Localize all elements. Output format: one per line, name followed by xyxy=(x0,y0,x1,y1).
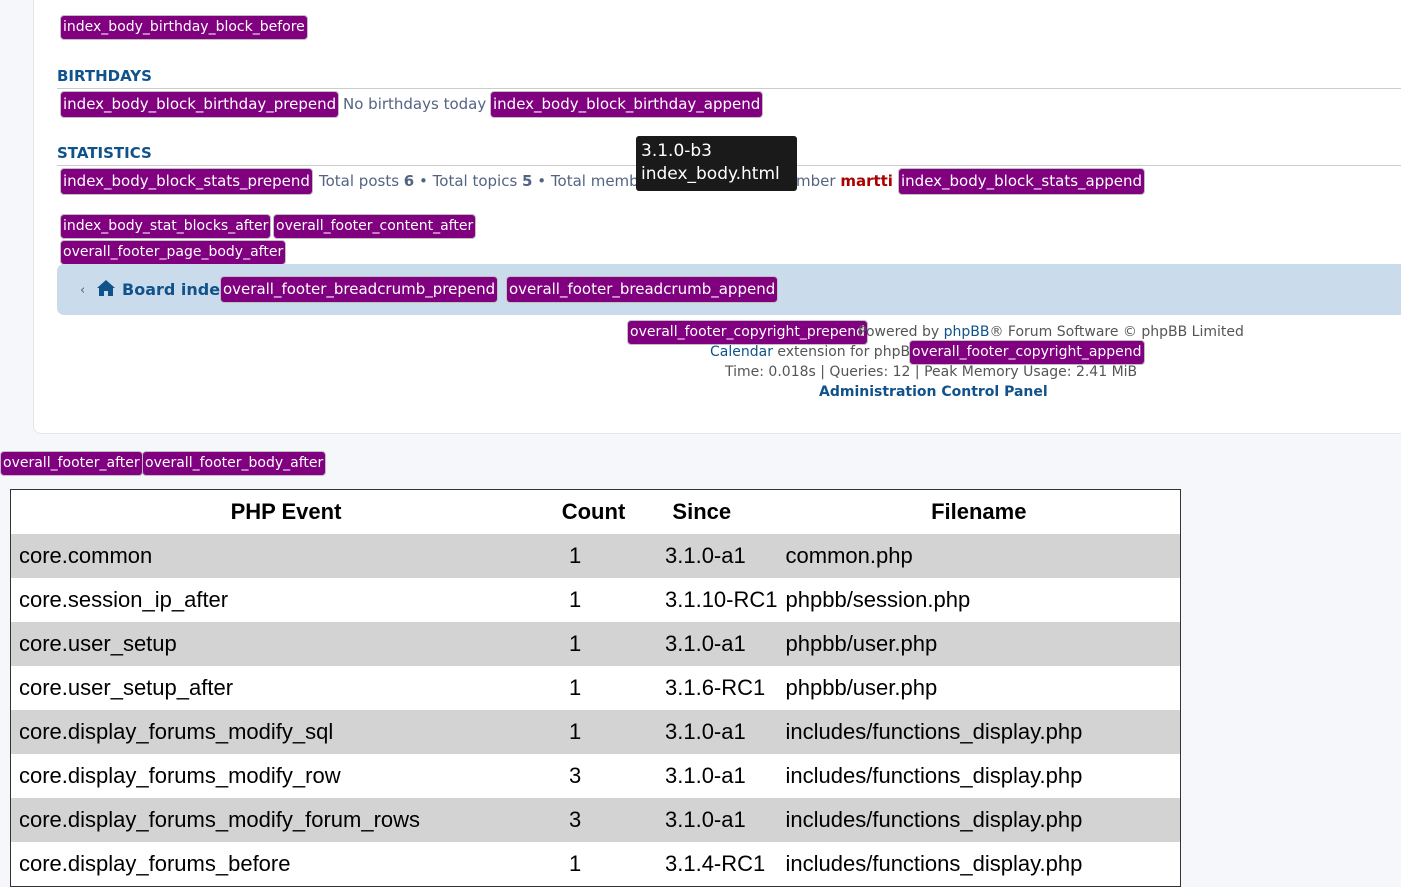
table-cell-file: includes/functions_display.php xyxy=(785,763,1083,788)
total-topics-value: 5 xyxy=(522,172,533,190)
table-cell-file: includes/functions_display.php xyxy=(785,851,1083,876)
table-row: core.common 1 3.1.0-a1 common.php xyxy=(10,534,1181,578)
table-cell-count: 1 xyxy=(569,851,582,876)
table-row: core.user_setup_after 1 3.1.6-RC1 phpbb/use… xyxy=(11,666,1181,710)
total-members-label: Total memb xyxy=(550,172,639,190)
calendar-link[interactable]: Calendar xyxy=(710,344,773,360)
template-event-tag[interactable]: overall_footer_breadcrumb_prepend xyxy=(220,276,499,303)
column-header-since: Since xyxy=(672,499,732,524)
column-header-event: PHP Event xyxy=(230,499,342,524)
table-cell-event: core.display_forums_before xyxy=(19,851,291,876)
table-cell-file: includes/functions_display.php xyxy=(777,710,1181,754)
powered-by-text: Powered by xyxy=(858,324,940,340)
table-cell-since: 3.1.0-a1 xyxy=(626,710,778,754)
table-cell-event: core.common xyxy=(10,534,561,578)
template-event-tag[interactable]: overall_footer_copyright_prepend xyxy=(627,320,869,345)
total-posts-label: Total posts xyxy=(319,172,400,190)
column-header-filename: Filename xyxy=(931,499,1027,524)
table-cell-since: 3.1.6-RC1 xyxy=(665,675,766,700)
calendar-text: extension for phpBB xyxy=(777,344,920,360)
table-row: core.display_forums_modify_forum_rows 3 3.… xyxy=(10,798,1181,842)
acp-link[interactable]: Administration Control Panel xyxy=(819,384,1048,400)
newest-member-label: mber xyxy=(796,172,836,190)
home-icon[interactable] xyxy=(96,279,116,297)
table-row: core.session_ip_after 1 3.1.10-RC1 phpbb/se… xyxy=(11,578,1181,622)
table-cell-event: core.display_forums_modify_sql xyxy=(10,710,561,754)
newest-member-link[interactable]: martti xyxy=(840,172,893,190)
table-cell-count: 1 xyxy=(561,534,626,578)
table-cell-since: 3.1.4-RC1 xyxy=(665,851,766,876)
column-header-count: Count xyxy=(561,499,626,524)
total-posts-value: 6 xyxy=(403,172,415,190)
table-cell-count: 1 xyxy=(569,675,582,700)
table-cell-event: core.user_setup_after xyxy=(19,675,234,700)
separator-bullet: • xyxy=(419,172,428,190)
table-cell-file: phpbb/session.php xyxy=(785,587,971,612)
table-cell-since: 3.1.0-a1 xyxy=(626,534,778,578)
tooltip-filename: index_body.html xyxy=(641,164,780,184)
table-cell-since: 3.1.0-a1 xyxy=(626,622,778,666)
template-event-tag[interactable]: index_body_block_stats_prepend xyxy=(60,168,313,195)
table-cell-event: core.user_setup xyxy=(10,622,561,666)
table-cell-since: 3.1.0-a1 xyxy=(626,798,778,842)
table-cell-count: 1 xyxy=(569,587,582,612)
copyright-line: Powered by phpBB® Forum Software © phpBB… xyxy=(858,324,1244,340)
separator-bullet: • xyxy=(537,172,547,190)
chevron-left-icon: ‹ xyxy=(80,283,86,298)
template-event-tag[interactable]: index_body_birthday_block_before xyxy=(60,15,308,40)
table-cell-file: phpbb/user.php xyxy=(777,622,1181,666)
table-cell-count: 3 xyxy=(569,763,582,788)
birthdays-text: No birthdays today xyxy=(343,95,487,113)
table-cell-event: core.display_forums_modify_forum_rows xyxy=(10,798,561,842)
template-event-tag[interactable]: index_body_stat_blocks_after xyxy=(60,214,272,239)
birthdays-heading: Birthdays xyxy=(57,67,152,85)
php-events-table: PHP Event Count Since Filename core.comm… xyxy=(10,489,1181,887)
statistics-heading: Statistics xyxy=(57,144,152,162)
newest-member-text: mber martti xyxy=(796,172,893,190)
table-row: core.display_forums_modify_sql 1 3.1.0-a1 i… xyxy=(10,710,1181,754)
table-row: core.display_forums_before 1 3.1.4-RC1 incl… xyxy=(11,842,1181,887)
template-tooltip: 3.1.0-b3 index_body.html xyxy=(636,136,797,191)
table-cell-event: core.session_ip_after xyxy=(19,587,229,612)
template-event-tag[interactable]: overall_footer_content_after xyxy=(273,214,477,239)
total-topics-label: Total topics xyxy=(432,172,518,190)
phpbb-link[interactable]: phpBB xyxy=(944,324,990,340)
table-cell-since: 3.1.0-a1 xyxy=(665,763,746,788)
birthdays-divider xyxy=(57,88,1401,89)
table-cell-since: 3.1.10-RC1 xyxy=(665,587,778,612)
template-event-tag[interactable]: index_body_block_stats_append xyxy=(898,168,1146,195)
debug-stats-line: Time: 0.018s | Queries: 12 | Peak Memory… xyxy=(725,364,1138,380)
board-index-link[interactable]: Board index xyxy=(122,280,230,299)
template-event-tag[interactable]: index_body_block_birthday_prepend xyxy=(60,91,340,118)
template-event-tag[interactable]: overall_footer_page_body_after xyxy=(60,240,287,265)
table-cell-file: phpbb/user.php xyxy=(785,675,938,700)
calendar-line: Calendar extension for phpBB xyxy=(710,344,920,360)
statistics-text: Total posts 6 • Total topics 5 • Total m… xyxy=(319,172,639,190)
template-event-tag[interactable]: overall_footer_copyright_append xyxy=(909,340,1145,365)
template-event-tag[interactable]: overall_footer_body_after xyxy=(142,451,327,476)
table-cell-event: core.display_forums_modify_row xyxy=(19,763,341,788)
table-cell-count: 1 xyxy=(561,710,626,754)
table-row: core.display_forums_modify_row 3 3.1.0-a1 i… xyxy=(11,754,1181,798)
template-event-tag[interactable]: overall_footer_after xyxy=(0,451,143,476)
tooltip-version: 3.1.0-b3 xyxy=(641,141,712,161)
table-cell-file: common.php xyxy=(777,534,1181,578)
table-cell-count: 1 xyxy=(561,622,626,666)
table-cell-file: includes/functions_display.php xyxy=(777,798,1181,842)
copyright-text: ® Forum Software © phpBB Limited xyxy=(989,324,1244,340)
table-cell-count: 3 xyxy=(561,798,626,842)
template-event-tag[interactable]: index_body_block_birthday_append xyxy=(490,91,764,118)
template-event-tag[interactable]: overall_footer_breadcrumb_append xyxy=(506,276,779,303)
table-row: core.user_setup 1 3.1.0-a1 phpbb/user.php xyxy=(10,622,1181,666)
table-header-row: PHP Event Count Since Filename xyxy=(11,490,1181,535)
